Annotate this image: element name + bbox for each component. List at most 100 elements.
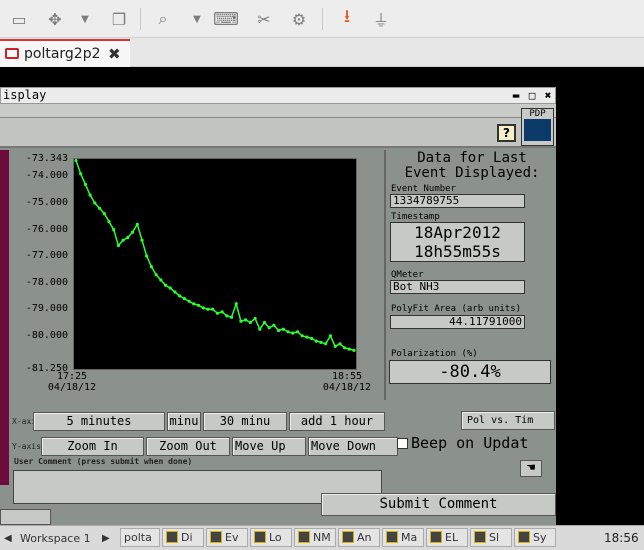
hand-icon[interactable]: ☚	[520, 460, 542, 477]
taskbar-item-lo[interactable]: Lo	[250, 528, 292, 547]
data-point	[333, 344, 337, 348]
x-minutes-button[interactable]: minu	[167, 412, 201, 431]
taskbar-item-label: Sy	[533, 531, 547, 544]
app-icon	[386, 531, 398, 543]
x-tick-time: 17:25	[56, 371, 88, 382]
zoom-in-button[interactable]: Zoom In	[41, 437, 144, 456]
taskbar-right-arrow-icon[interactable]: ▶	[102, 529, 110, 548]
keyboard-icon[interactable]: ⌨	[213, 8, 239, 30]
pol-vs-time-button[interactable]: Pol vs. Tim	[461, 411, 555, 430]
data-point	[74, 158, 78, 163]
app-icon	[254, 531, 266, 543]
y-tick-label: -77.000	[25, 250, 68, 262]
polarization-value: -80.4%	[389, 360, 551, 384]
bottom-left-button[interactable]	[0, 509, 51, 525]
data-point	[262, 320, 267, 325]
taskbar-item-label: EL	[445, 531, 459, 544]
taskbar-left-arrow-icon[interactable]: ◀	[4, 529, 12, 548]
close-tab-icon[interactable]: ✖	[108, 45, 121, 63]
qmeter-value: Bot NH3	[390, 280, 525, 294]
app-icon	[210, 531, 222, 543]
maximize-icon[interactable]: □	[525, 89, 539, 102]
terminal-icon	[5, 48, 19, 59]
data-point	[98, 206, 102, 210]
data-point	[220, 310, 224, 314]
polarization-label: Polarization (%)	[391, 349, 478, 359]
settings-icon[interactable]: ⚙	[288, 8, 310, 30]
data-point	[277, 328, 281, 333]
taskbar-item-sl[interactable]: Sl	[470, 528, 512, 547]
taskbar-item-an[interactable]: An	[338, 528, 380, 547]
help-button[interactable]: ?	[497, 124, 516, 142]
download-icon[interactable]: ⭳	[336, 6, 358, 30]
taskbar-item-ev[interactable]: Ev	[206, 528, 248, 547]
copy-window-icon[interactable]: ❐	[108, 8, 130, 30]
data-point	[244, 318, 248, 322]
taskbar-item-label: Sl	[489, 531, 500, 544]
data-point	[300, 334, 304, 338]
polyfit-label: PolyFit Area (arb units)	[391, 304, 522, 314]
minimize-icon[interactable]: ▬	[509, 89, 523, 102]
y-tick-label: -75.000	[25, 197, 68, 208]
data-point	[79, 172, 83, 176]
taskbar-item-polta[interactable]: polta	[120, 528, 160, 547]
tab-poltarg2p2[interactable]: poltarg2p2 ✖	[0, 39, 130, 67]
submit-comment-button[interactable]: Submit Comment	[321, 493, 556, 516]
workspace-switcher[interactable]: Workspace 1	[20, 529, 91, 548]
data-point	[201, 306, 205, 310]
data-point	[116, 243, 120, 248]
event-number-label: Event Number	[391, 184, 457, 194]
data-point	[159, 278, 163, 282]
move-up-button[interactable]: Move Up	[232, 437, 306, 456]
taskbar-item-sy[interactable]: Sy	[514, 528, 556, 547]
tools-icon[interactable]: ✂	[253, 8, 275, 30]
data-point	[102, 212, 106, 216]
data-point	[93, 201, 97, 205]
close-icon[interactable]: ✖	[541, 89, 555, 102]
window-title: isplay	[3, 88, 47, 102]
x-30-minutes-button[interactable]: 30 minu	[203, 412, 287, 431]
data-point	[135, 222, 139, 226]
move-icon[interactable]: ✥	[44, 8, 66, 30]
timestamp-time: 18h55m55s	[414, 242, 501, 261]
info-panel: Data for Last Event Displayed: Event Num…	[384, 150, 556, 400]
tab-label: poltarg2p2	[24, 46, 101, 62]
data-point	[163, 283, 168, 287]
menu-strip	[0, 104, 556, 118]
data-point	[126, 235, 130, 240]
data-point	[239, 319, 243, 323]
data-point	[234, 302, 238, 306]
x-add-1-hour-button[interactable]: add 1 hour	[289, 412, 385, 431]
taskbar-item-label: Ma	[401, 531, 418, 544]
zoom-out-button[interactable]: Zoom Out	[146, 437, 230, 456]
taskbar-item-di[interactable]: Di	[162, 528, 204, 547]
data-point	[192, 302, 196, 306]
app-icon	[474, 531, 486, 543]
data-point	[140, 238, 144, 242]
plug-icon[interactable]: ⏚	[370, 8, 392, 30]
polyfit-value: 44.11791000	[390, 315, 525, 329]
taskbar-item-nm[interactable]: NM	[294, 528, 336, 547]
info-heading-1: Data for Last	[417, 150, 527, 166]
taskbar-item-label: An	[357, 531, 372, 544]
taskbar-item-el[interactable]: EL	[426, 528, 468, 547]
dropdown-icon[interactable]: ▼	[190, 8, 204, 30]
window-titlebar[interactable]: isplay ▬ □ ✖	[0, 87, 556, 104]
dropdown-icon[interactable]: ▼	[78, 8, 92, 30]
app-toolbar: ▭ ✥ ▼ ❐ ⌕ ▼ ⌨ ✂ ⚙ ⭳ ⏚	[0, 0, 644, 38]
tool-strip	[0, 118, 556, 148]
data-point	[258, 327, 262, 331]
taskbar-item-label: Di	[181, 531, 193, 544]
beep-checkbox[interactable]	[397, 438, 408, 449]
x-tick-label: 17:25 04/18/12	[42, 371, 102, 393]
y-axis-label: Y-axis	[12, 442, 41, 451]
timestamp-value: 18Apr2012 18h55m55s	[390, 222, 525, 262]
data-point	[215, 311, 219, 315]
zoom-icon[interactable]: ⌕	[152, 8, 174, 30]
window-icon[interactable]: ▭	[8, 8, 30, 30]
move-down-button[interactable]: Move Down	[308, 437, 398, 456]
pol-vs-time-label: Pol vs. Tim	[467, 415, 534, 426]
x-5-minutes-button[interactable]: 5 minutes	[33, 412, 165, 431]
taskbar-item-label: Ev	[225, 531, 239, 544]
taskbar-item-ma[interactable]: Ma	[382, 528, 424, 547]
